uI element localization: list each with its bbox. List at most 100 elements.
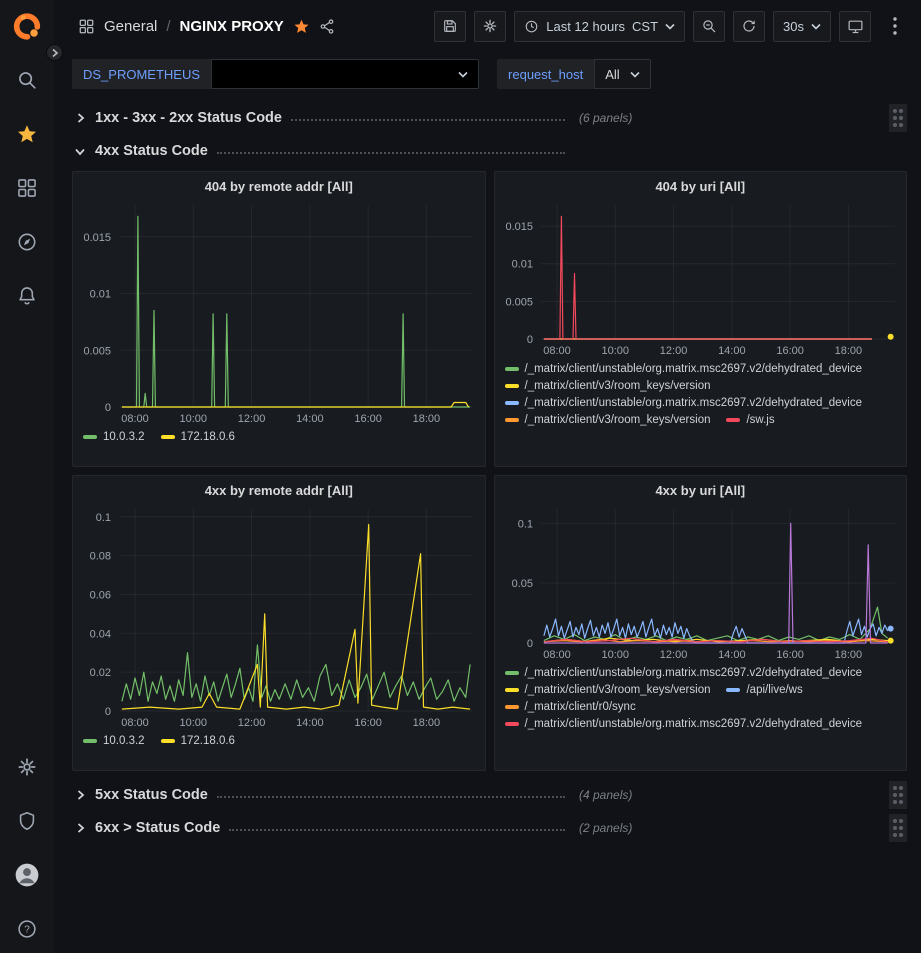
sidebar-item-dashboards[interactable] bbox=[11, 174, 43, 202]
kebab-icon bbox=[893, 17, 897, 35]
x-axis-tick-label: 18:00 bbox=[834, 649, 862, 661]
sidebar-expand-button[interactable] bbox=[46, 44, 63, 61]
legend-item[interactable]: /_matrix/client/unstable/org.matrix.msc2… bbox=[505, 397, 863, 409]
x-axis-tick-label: 14:00 bbox=[296, 413, 324, 425]
legend-swatch-icon bbox=[83, 435, 97, 439]
x-axis-tick-label: 12:00 bbox=[659, 345, 687, 357]
legend-item[interactable]: /sw.js bbox=[726, 414, 774, 426]
panel-4xx-by-uri: 4xx by uri [All] 08:0010:0012:0014:0016:… bbox=[494, 475, 908, 771]
legend-item[interactable]: /_matrix/client/v3/room_keys/version bbox=[505, 380, 711, 392]
legend-label: 172.18.0.6 bbox=[181, 735, 235, 747]
chevron-right-icon bbox=[72, 789, 88, 801]
datasource-select[interactable] bbox=[211, 59, 479, 89]
timeseries-chart[interactable]: 08:0010:0012:0014:0016:0018:0000.050.1 bbox=[495, 501, 907, 663]
legend-item[interactable]: /_matrix/client/v3/room_keys/version bbox=[505, 684, 711, 696]
dashboard-title[interactable]: NGINX PROXY bbox=[180, 18, 284, 35]
legend-item[interactable]: /_matrix/client/r0/sync bbox=[505, 701, 636, 713]
x-axis-tick-label: 08:00 bbox=[121, 717, 149, 729]
legend-item[interactable]: 10.0.3.2 bbox=[83, 431, 145, 443]
variable-label-datasource: DS_PROMETHEUS bbox=[72, 59, 211, 89]
sidebar-item-search[interactable] bbox=[11, 66, 43, 94]
legend-label: /sw.js bbox=[746, 414, 774, 426]
row-drag-handle[interactable] bbox=[889, 814, 907, 842]
sidebar-item-help[interactable]: ? bbox=[11, 915, 43, 943]
legend-item[interactable]: /api/live/ws bbox=[726, 684, 802, 696]
series-line bbox=[543, 619, 887, 643]
legend-swatch-icon bbox=[505, 722, 519, 726]
kebab-menu-button[interactable] bbox=[879, 11, 911, 42]
legend-item[interactable]: /_matrix/client/v3/room_keys/version bbox=[505, 414, 711, 426]
panel-title[interactable]: 404 by uri [All] bbox=[495, 172, 907, 197]
y-axis-tick-label: 0 bbox=[526, 334, 532, 346]
panel-title[interactable]: 4xx by remote addr [All] bbox=[73, 476, 485, 501]
dashboard-controls: Last 12 hours CST 30s bbox=[434, 11, 911, 42]
row-header-5xx[interactable]: 5xx Status Code (4 panels) bbox=[72, 780, 907, 810]
legend-item[interactable]: /_matrix/client/unstable/org.matrix.msc2… bbox=[505, 363, 863, 375]
chevron-right-icon bbox=[72, 112, 88, 124]
chevron-down-icon bbox=[458, 71, 468, 78]
panel-4xx-by-remote-addr: 4xx by remote addr [All] 08:0010:0012:00… bbox=[72, 475, 486, 771]
row-header-1xx-3xx-2xx[interactable]: 1xx - 3xx - 2xx Status Code (6 panels) bbox=[72, 103, 907, 133]
legend-label: /api/live/ws bbox=[746, 684, 802, 696]
zoom-out-button[interactable] bbox=[693, 11, 725, 42]
tv-mode-button[interactable] bbox=[839, 11, 871, 42]
sidebar-item-starred[interactable] bbox=[11, 120, 43, 148]
sidebar-item-configuration[interactable] bbox=[11, 753, 43, 781]
legend-item[interactable]: /_matrix/client/unstable/org.matrix.msc2… bbox=[505, 718, 863, 730]
legend-swatch-icon bbox=[505, 367, 519, 371]
x-axis-tick-label: 14:00 bbox=[718, 345, 746, 357]
dashboard-settings-button[interactable] bbox=[474, 11, 506, 42]
legend-item[interactable]: /_matrix/client/unstable/org.matrix.msc2… bbox=[505, 667, 863, 679]
time-range-picker[interactable]: Last 12 hours CST bbox=[514, 11, 685, 42]
panel-title[interactable]: 4xx by uri [All] bbox=[495, 476, 907, 501]
legend-swatch-icon bbox=[505, 384, 519, 388]
x-axis-tick-label: 08:00 bbox=[543, 345, 571, 357]
row-title: 4xx Status Code bbox=[95, 143, 208, 159]
share-icon[interactable] bbox=[319, 18, 336, 35]
sidebar-top-group bbox=[11, 0, 43, 310]
y-axis-tick-label: 0.1 bbox=[96, 512, 111, 524]
legend-item[interactable]: 172.18.0.6 bbox=[161, 431, 235, 443]
x-axis-tick-label: 14:00 bbox=[296, 717, 324, 729]
breadcrumb-section[interactable]: General bbox=[104, 18, 157, 35]
legend-label: /_matrix/client/v3/room_keys/version bbox=[525, 380, 711, 392]
breadcrumb-separator: / bbox=[166, 18, 170, 35]
row-header-4xx[interactable]: 4xx Status Code bbox=[72, 136, 907, 166]
panel-legend: 10.0.3.2 172.18.0.6 bbox=[73, 731, 485, 770]
apps-icon bbox=[78, 18, 95, 35]
timeseries-chart[interactable]: 08:0010:0012:0014:0016:0018:0000.020.040… bbox=[73, 501, 485, 731]
x-axis-tick-label: 12:00 bbox=[238, 413, 266, 425]
row-drag-handle[interactable] bbox=[889, 781, 907, 809]
legend-swatch-icon bbox=[505, 671, 519, 675]
save-dashboard-button[interactable] bbox=[434, 11, 466, 42]
favorite-star-icon[interactable] bbox=[293, 18, 310, 35]
y-axis-tick-label: 0.05 bbox=[511, 578, 532, 590]
series-line bbox=[543, 607, 887, 641]
refresh-icon bbox=[741, 18, 757, 34]
legend-item[interactable]: 172.18.0.6 bbox=[161, 735, 235, 747]
series-line bbox=[122, 216, 470, 407]
x-axis-tick-label: 16:00 bbox=[354, 717, 382, 729]
series-point-marker bbox=[887, 334, 893, 340]
refresh-interval-label: 30s bbox=[783, 19, 804, 34]
request-host-select[interactable]: All bbox=[594, 59, 650, 89]
row-drag-handle[interactable] bbox=[889, 104, 907, 132]
dashboard-canvas: 1xx - 3xx - 2xx Status Code (6 panels) 4… bbox=[54, 98, 921, 953]
sidebar-item-profile[interactable] bbox=[11, 861, 43, 889]
timeseries-chart[interactable]: 08:0010:0012:0014:0016:0018:0000.0050.01… bbox=[73, 197, 485, 427]
sidebar-item-explore[interactable] bbox=[11, 228, 43, 256]
sidebar-item-server-admin[interactable] bbox=[11, 807, 43, 835]
legend-swatch-icon bbox=[726, 418, 740, 422]
refresh-interval-dropdown[interactable]: 30s bbox=[773, 11, 831, 42]
panel-title[interactable]: 404 by remote addr [All] bbox=[73, 172, 485, 197]
chevron-down-icon bbox=[665, 23, 675, 30]
timeseries-chart[interactable]: 08:0010:0012:0014:0016:0018:0000.0050.01… bbox=[495, 197, 907, 359]
legend-swatch-icon bbox=[161, 739, 175, 743]
grafana-logo[interactable] bbox=[11, 12, 43, 40]
refresh-button[interactable] bbox=[733, 11, 765, 42]
y-axis-tick-label: 0.01 bbox=[511, 259, 532, 271]
legend-swatch-icon bbox=[161, 435, 175, 439]
sidebar-item-alerting[interactable] bbox=[11, 282, 43, 310]
row-header-6xx[interactable]: 6xx > Status Code (2 panels) bbox=[72, 813, 907, 843]
legend-item[interactable]: 10.0.3.2 bbox=[83, 735, 145, 747]
